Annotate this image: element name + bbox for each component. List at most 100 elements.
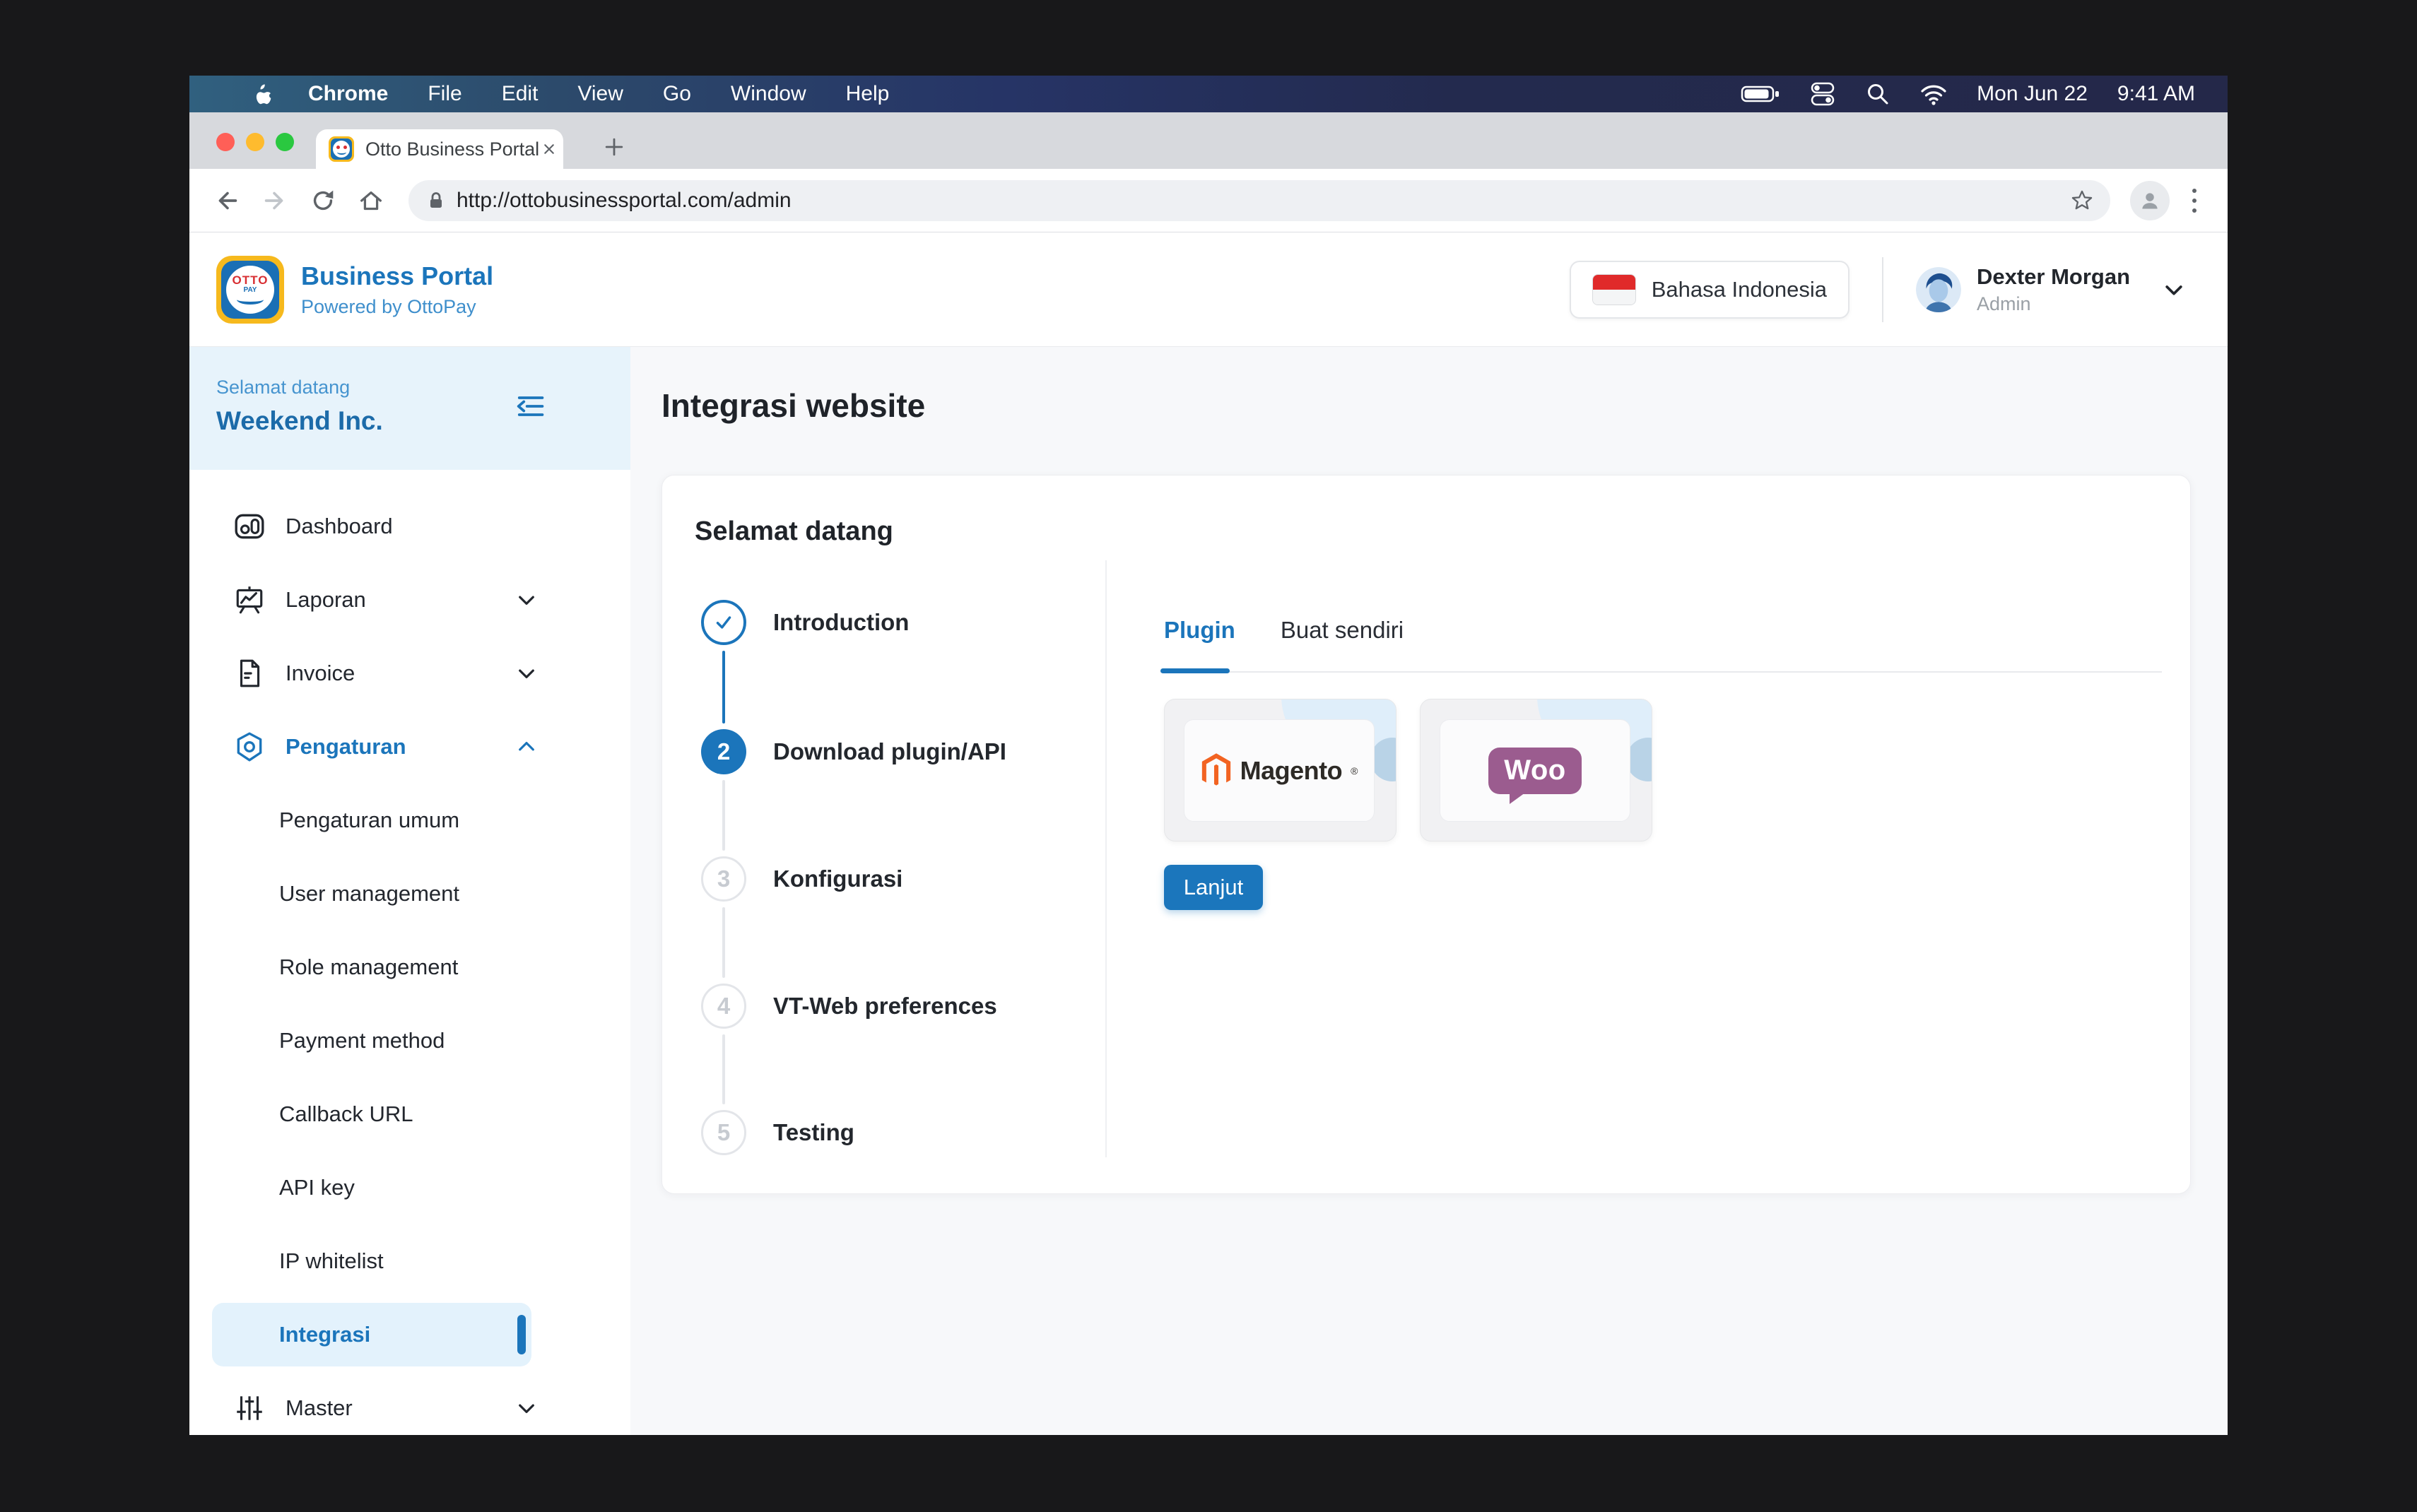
- sidebar-item-payment-method[interactable]: Payment method: [189, 1004, 630, 1077]
- menu-item-go[interactable]: Go: [663, 82, 691, 106]
- macos-menu-bar: Chrome File Edit View Go Window Help: [189, 76, 2228, 112]
- check-icon: [712, 610, 736, 634]
- wifi-icon[interactable]: [1920, 83, 1947, 105]
- menu-item-file[interactable]: File: [428, 82, 461, 106]
- app-header: OTTO PAY Business Portal Powered by Otto…: [189, 232, 2228, 347]
- browser-profile-icon[interactable]: [2130, 181, 2170, 220]
- window-close-button[interactable]: [216, 133, 235, 151]
- step-connector: [722, 907, 725, 978]
- battery-icon[interactable]: [1741, 84, 1780, 104]
- language-selector-button[interactable]: Bahasa Indonesia: [1570, 261, 1849, 319]
- step-done-circle: [701, 600, 746, 645]
- tab-close-icon[interactable]: [539, 139, 559, 159]
- back-icon[interactable]: [212, 186, 242, 215]
- tabs-underline: [1160, 671, 2162, 673]
- step-testing[interactable]: 5 Testing: [701, 1110, 854, 1155]
- new-tab-button[interactable]: [598, 131, 630, 163]
- sidebar-item-user-management[interactable]: User management: [189, 857, 630, 931]
- step-connector: [722, 780, 725, 851]
- menu-item-window[interactable]: Window: [731, 82, 806, 106]
- card-title: Selamat datang: [695, 516, 893, 547]
- sidebar-collapse-icon[interactable]: [513, 389, 547, 423]
- brand-title: Business Portal: [301, 261, 493, 291]
- chevron-up-icon: [514, 735, 539, 759]
- magento-mark-icon: [1201, 753, 1232, 789]
- menu-item-view[interactable]: View: [577, 82, 623, 106]
- company-name: Weekend Inc.: [216, 406, 630, 436]
- woocommerce-logo: Woo: [1488, 748, 1582, 794]
- sidebar-item-master[interactable]: Master: [189, 1371, 630, 1435]
- sidebar-item-invoice[interactable]: Invoice: [189, 637, 630, 710]
- step-circle: 5: [701, 1110, 746, 1155]
- language-label: Bahasa Indonesia: [1652, 277, 1827, 302]
- forward-icon[interactable]: [260, 186, 290, 215]
- user-role: Admin: [1977, 293, 2130, 315]
- step-vt-web-preferences[interactable]: 4 VT-Web preferences: [701, 984, 997, 1029]
- step-circle: 4: [701, 984, 746, 1029]
- sidebar-menu: Dashboard Laporan: [189, 490, 630, 1435]
- settings-gear-icon: [233, 731, 266, 763]
- menubar-clock[interactable]: 9:41 AM: [2117, 82, 2195, 106]
- reload-icon[interactable]: [308, 186, 338, 215]
- tab-plugin[interactable]: Plugin: [1164, 617, 1235, 644]
- integration-wizard-card: Selamat datang Introduction 2 Download p…: [661, 475, 2191, 1194]
- plugin-card-magento[interactable]: Magento®: [1164, 699, 1396, 841]
- sidebar-item-callback-url[interactable]: Callback URL: [189, 1077, 630, 1151]
- browser-menu-dots-icon[interactable]: [2189, 185, 2199, 216]
- active-tab-underline: [1160, 668, 1230, 673]
- sliders-icon: [233, 1392, 266, 1424]
- sidebar-item-laporan[interactable]: Laporan: [189, 563, 630, 637]
- logo-text-otto: OTTO: [233, 274, 269, 286]
- tab-favicon-ottopay: [329, 136, 354, 162]
- ottopay-logo: OTTO PAY: [216, 256, 284, 324]
- active-item-indicator: [517, 1315, 526, 1354]
- sidebar-item-ip-whitelist[interactable]: IP whitelist: [189, 1224, 630, 1298]
- chevron-down-icon: [514, 661, 539, 685]
- user-name: Dexter Morgan: [1977, 264, 2130, 290]
- vertical-divider: [1105, 560, 1107, 1157]
- sidebar-item-integrasi[interactable]: Integrasi: [189, 1298, 630, 1371]
- main-content: Integrasi website Selamat datang Introdu…: [630, 347, 2228, 1435]
- step-connector: [722, 1034, 725, 1104]
- sidebar-item-dashboard[interactable]: Dashboard: [189, 490, 630, 563]
- step-download-plugin-api[interactable]: 2 Download plugin/API: [701, 729, 1006, 774]
- chevron-down-icon: [514, 1396, 539, 1420]
- user-avatar[interactable]: [1916, 267, 1961, 312]
- indonesia-flag-icon: [1592, 274, 1636, 305]
- control-center-icon[interactable]: [1810, 81, 1835, 107]
- report-board-icon: [233, 584, 266, 616]
- user-menu-chevron-down-icon[interactable]: [2161, 277, 2187, 302]
- sidebar-item-pengaturan[interactable]: Pengaturan: [189, 710, 630, 784]
- address-bar[interactable]: http://ottobusinessportal.com/admin: [408, 180, 2110, 221]
- home-icon[interactable]: [356, 186, 386, 215]
- header-divider: [1882, 257, 1883, 322]
- step-introduction[interactable]: Introduction: [701, 600, 909, 645]
- browser-toolbar: http://ottobusinessportal.com/admin: [189, 169, 2228, 232]
- apple-icon[interactable]: [249, 80, 273, 108]
- sidebar-item-api-key[interactable]: API key: [189, 1151, 630, 1224]
- sidebar-item-pengaturan-umum[interactable]: Pengaturan umum: [189, 784, 630, 857]
- search-icon[interactable]: [1865, 81, 1890, 107]
- sidebar-item-role-management[interactable]: Role management: [189, 931, 630, 1004]
- step-circle: 3: [701, 856, 746, 902]
- window-zoom-button[interactable]: [276, 133, 294, 151]
- continue-button[interactable]: Lanjut: [1164, 865, 1263, 910]
- lock-icon: [425, 190, 447, 211]
- window-minimize-button[interactable]: [246, 133, 264, 151]
- tab-buat-sendiri[interactable]: Buat sendiri: [1281, 617, 1404, 644]
- logo-smile: [237, 295, 264, 305]
- plugin-card-woocommerce[interactable]: Woo: [1420, 699, 1652, 841]
- menu-item-chrome[interactable]: Chrome: [308, 82, 388, 106]
- brand-subtitle: Powered by OttoPay: [301, 296, 493, 318]
- logo-text-pay: PAY: [244, 287, 257, 294]
- menu-item-help[interactable]: Help: [846, 82, 890, 106]
- browser-tab[interactable]: Otto Business Portal: [316, 129, 563, 169]
- bookmark-star-icon[interactable]: [2069, 188, 2095, 213]
- desktop-background: Chrome File Edit View Go Window Help: [0, 0, 2417, 1512]
- screen: Chrome File Edit View Go Window Help: [189, 76, 2228, 1435]
- step-konfigurasi[interactable]: 3 Konfigurasi: [701, 856, 902, 902]
- dashboard-icon: [233, 510, 266, 543]
- menu-item-edit[interactable]: Edit: [502, 82, 539, 106]
- welcome-label: Selamat datang: [216, 377, 630, 398]
- menubar-date[interactable]: Mon Jun 22: [1977, 82, 2088, 106]
